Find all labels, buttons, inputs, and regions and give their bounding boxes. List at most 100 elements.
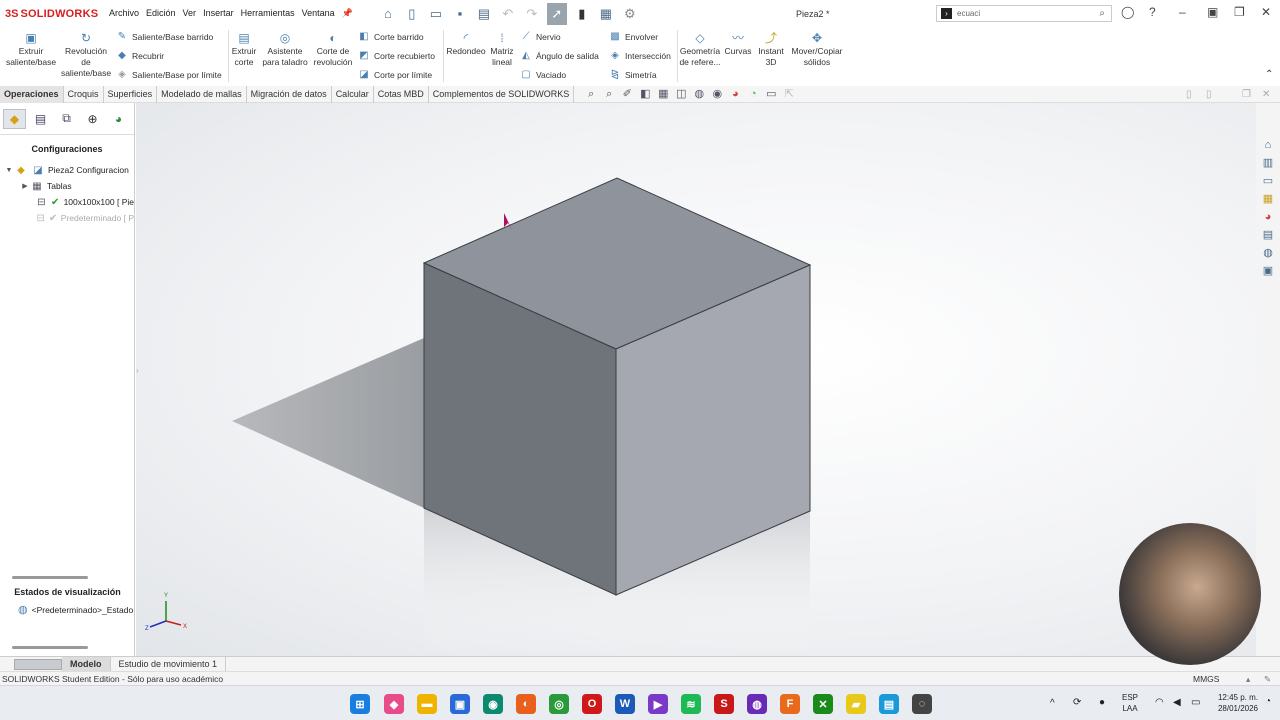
expand-arrow-icon[interactable]: ▶: [20, 182, 30, 190]
revolucion-saliente-button[interactable]: ↻ Revolución de saliente/base: [60, 31, 112, 79]
simetria-button[interactable]: ⧎ Simetría: [609, 69, 657, 81]
word-icon[interactable]: W: [615, 694, 635, 714]
asistente-taladro-button[interactable]: ◎ Asistente para taladro: [260, 31, 310, 68]
solidworks-forum-icon[interactable]: ◍: [1260, 245, 1276, 261]
geometria-referencia-button[interactable]: ◇ Geometría de refere...: [679, 31, 721, 68]
tab-operaciones[interactable]: Operaciones: [0, 85, 64, 103]
recubrir-button[interactable]: ◆ Recubrir: [116, 50, 164, 62]
opera-icon[interactable]: O: [582, 694, 602, 714]
angulo-salida-button[interactable]: ◭ Ángulo de salida: [520, 50, 599, 62]
instant-3d-button[interactable]: ⤴ Instant 3D: [756, 31, 786, 68]
redondeo-button[interactable]: ◜ Redondeo: [445, 31, 487, 57]
menu-edicion[interactable]: Edición: [146, 8, 176, 19]
battery-icon[interactable]: ▭: [1191, 697, 1200, 708]
solidworks-logo[interactable]: 3S SOLIDWORKS: [5, 8, 105, 20]
firefox-icon[interactable]: ◐: [516, 694, 536, 714]
tab-calcular[interactable]: Calcular: [332, 85, 374, 103]
options-gear-icon[interactable]: ⚙: [621, 5, 639, 23]
undo-icon[interactable]: ↶: [499, 5, 517, 23]
tree-item-config-default[interactable]: ⊟ ✔ Predeterminado [ P: [0, 210, 134, 226]
dynamic-annotation-icon[interactable]: ▦: [655, 87, 671, 101]
menu-archivo[interactable]: Archivo: [109, 8, 139, 19]
mover-copiar-button[interactable]: ✥ Mover/Copiar sólidos: [789, 31, 845, 68]
solidworks-taskbar-icon[interactable]: S: [714, 694, 734, 714]
saliente-limite-button[interactable]: ◈ Saliente/Base por límite: [116, 69, 222, 81]
hide-show-icon[interactable]: ◉: [709, 87, 725, 101]
maximize-icon[interactable]: ❐: [1234, 5, 1245, 19]
traffic-light-icon[interactable]: ▮: [573, 5, 591, 23]
tree-item-tablas[interactable]: ▶ ▦ Tablas: [0, 178, 134, 194]
tree-item-pieza[interactable]: ▼ ◆ ◪ Pieza2 Configuracion: [0, 162, 134, 178]
collapse-arrow-icon[interactable]: ▼: [4, 167, 14, 174]
panel-flyout-arrow-icon[interactable]: ›: [136, 366, 139, 375]
tab-modelo[interactable]: Modelo: [62, 656, 111, 672]
edge-browser-icon[interactable]: ◉: [483, 694, 503, 714]
fullscreen-icon[interactable]: ⇱: [781, 87, 797, 101]
tab-cotas-mbd[interactable]: Cotas MBD: [374, 85, 429, 103]
select-cursor-icon[interactable]: ➚: [546, 2, 567, 25]
vaciado-button[interactable]: ▢ Vaciado: [520, 69, 566, 81]
chat-icon[interactable]: ▣: [1260, 263, 1276, 279]
viewport-restore-icon[interactable]: ❐: [1242, 89, 1251, 100]
sticky-notes-icon[interactable]: ▰: [846, 694, 866, 714]
obs-icon[interactable]: ◍: [747, 694, 767, 714]
curvas-button[interactable]: 〰 Curvas: [723, 31, 753, 57]
command-search[interactable]: › ⌕: [936, 5, 1112, 22]
tab-croquis[interactable]: Croquis: [64, 85, 104, 103]
video-editor-icon[interactable]: ▶: [648, 694, 668, 714]
envolver-button[interactable]: ▩ Envolver: [609, 31, 658, 43]
units-dropdown-icon[interactable]: ▴: [1246, 672, 1250, 686]
menu-insertar[interactable]: Insertar: [203, 8, 234, 19]
configuration-manager-tab-icon[interactable]: ⧉: [55, 109, 78, 129]
design-library-icon[interactable]: ▥: [1260, 155, 1276, 171]
panel-splitter[interactable]: [12, 576, 88, 579]
tray-expand-icon[interactable]: ^: [1050, 698, 1055, 709]
palette-icon[interactable]: ▦: [1260, 191, 1276, 207]
notifications-icon[interactable]: ◔: [1265, 696, 1271, 707]
units-selector[interactable]: MMGS: [1193, 672, 1219, 686]
minimize-icon[interactable]: –: [1179, 5, 1186, 19]
file-properties-icon[interactable]: ▦: [597, 5, 615, 23]
viewport-close-icon[interactable]: ✕: [1262, 89, 1270, 100]
section-view-icon[interactable]: ◧: [637, 87, 653, 101]
chrome-icon[interactable]: ◎: [549, 694, 569, 714]
edit-appearance-icon[interactable]: ◕: [727, 87, 743, 101]
interseccion-button[interactable]: ◈ Intersección: [609, 50, 671, 62]
dimxpert-manager-tab-icon[interactable]: ⊕: [81, 109, 104, 129]
corte-revolucion-button[interactable]: ◐ Corte de revolución: [311, 31, 355, 68]
pin-icon[interactable]: 📌: [342, 8, 353, 19]
open-folder-icon[interactable]: ▭: [427, 5, 445, 23]
wifi-icon[interactable]: ◠: [1155, 697, 1164, 708]
tab-complementos[interactable]: Complementos de SOLIDWORKS: [429, 85, 575, 103]
apply-scene-icon[interactable]: ◔: [745, 87, 761, 101]
corte-recubierto-button[interactable]: ◩ Corte recubierto: [358, 50, 435, 62]
display-style-icon[interactable]: ◍: [691, 87, 707, 101]
file-explorer-icon[interactable]: ▭: [1260, 173, 1276, 189]
extruir-saliente-button[interactable]: ▣ Extruir saliente/base: [4, 31, 58, 68]
property-manager-tab-icon[interactable]: ▤: [29, 109, 52, 129]
print-icon[interactable]: ▤: [475, 5, 493, 23]
zoom-to-fit-icon[interactable]: ⌕: [583, 87, 599, 101]
file-explorer-taskbar-icon[interactable]: ▬: [417, 694, 437, 714]
menu-herramientas[interactable]: Herramientas: [241, 8, 295, 19]
solidworks-resources-icon[interactable]: ⌂: [1260, 137, 1276, 153]
xbox-icon[interactable]: ✕: [813, 694, 833, 714]
nervio-button[interactable]: ⟋ Nervio: [520, 31, 561, 43]
view-orientation-icon[interactable]: ◫: [673, 87, 689, 101]
matriz-lineal-button[interactable]: ⁞ Matriz lineal: [487, 31, 517, 68]
search-input[interactable]: [957, 9, 1077, 18]
appearances-icon[interactable]: ◕: [1260, 209, 1276, 225]
zoom-area-icon[interactable]: ⌕: [601, 87, 617, 101]
microphone-icon[interactable]: ●: [1099, 697, 1105, 708]
new-document-icon[interactable]: ▯: [403, 5, 421, 23]
tab-modelado-mallas[interactable]: Modelado de mallas: [157, 85, 247, 103]
close-icon[interactable]: ✕: [1261, 5, 1271, 19]
start-menu-icon[interactable]: ⊞: [350, 694, 370, 714]
restore-icon[interactable]: ▣: [1207, 5, 1218, 19]
spotify-icon[interactable]: ≋: [681, 694, 701, 714]
corte-barrido-button[interactable]: ◧ Corte barrido: [358, 31, 423, 43]
redo-icon[interactable]: ↷: [523, 5, 541, 23]
github-desktop-icon[interactable]: ◌: [912, 694, 932, 714]
volume-icon[interactable]: ◀: [1173, 697, 1181, 708]
view-settings-icon[interactable]: ▭: [763, 87, 779, 101]
